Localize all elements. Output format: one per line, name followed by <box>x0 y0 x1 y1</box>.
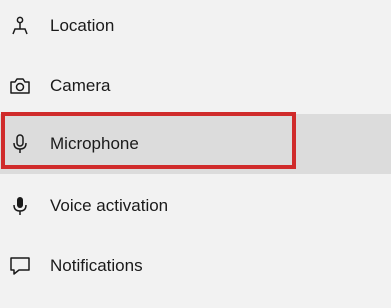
privacy-nav-list: Location Camera Microphone Voice activat… <box>0 0 391 308</box>
nav-item-label: Camera <box>50 76 111 95</box>
nav-item-label: Notifications <box>50 256 143 275</box>
nav-item-label: Microphone <box>50 134 139 153</box>
nav-item-notifications[interactable]: Notifications <box>0 236 391 296</box>
nav-item-label: Voice activation <box>50 196 169 215</box>
microphone-icon <box>9 133 31 155</box>
nav-item-location[interactable]: Location <box>0 0 391 56</box>
nav-item-microphone[interactable]: Microphone <box>0 114 391 174</box>
location-icon <box>9 15 31 37</box>
camera-icon <box>9 75 31 97</box>
nav-item-camera[interactable]: Camera <box>0 56 391 116</box>
nav-item-label: Location <box>50 16 115 35</box>
notifications-icon <box>9 255 31 277</box>
voice-activation-icon <box>9 195 31 217</box>
nav-item-voice-activation[interactable]: Voice activation <box>0 176 391 236</box>
